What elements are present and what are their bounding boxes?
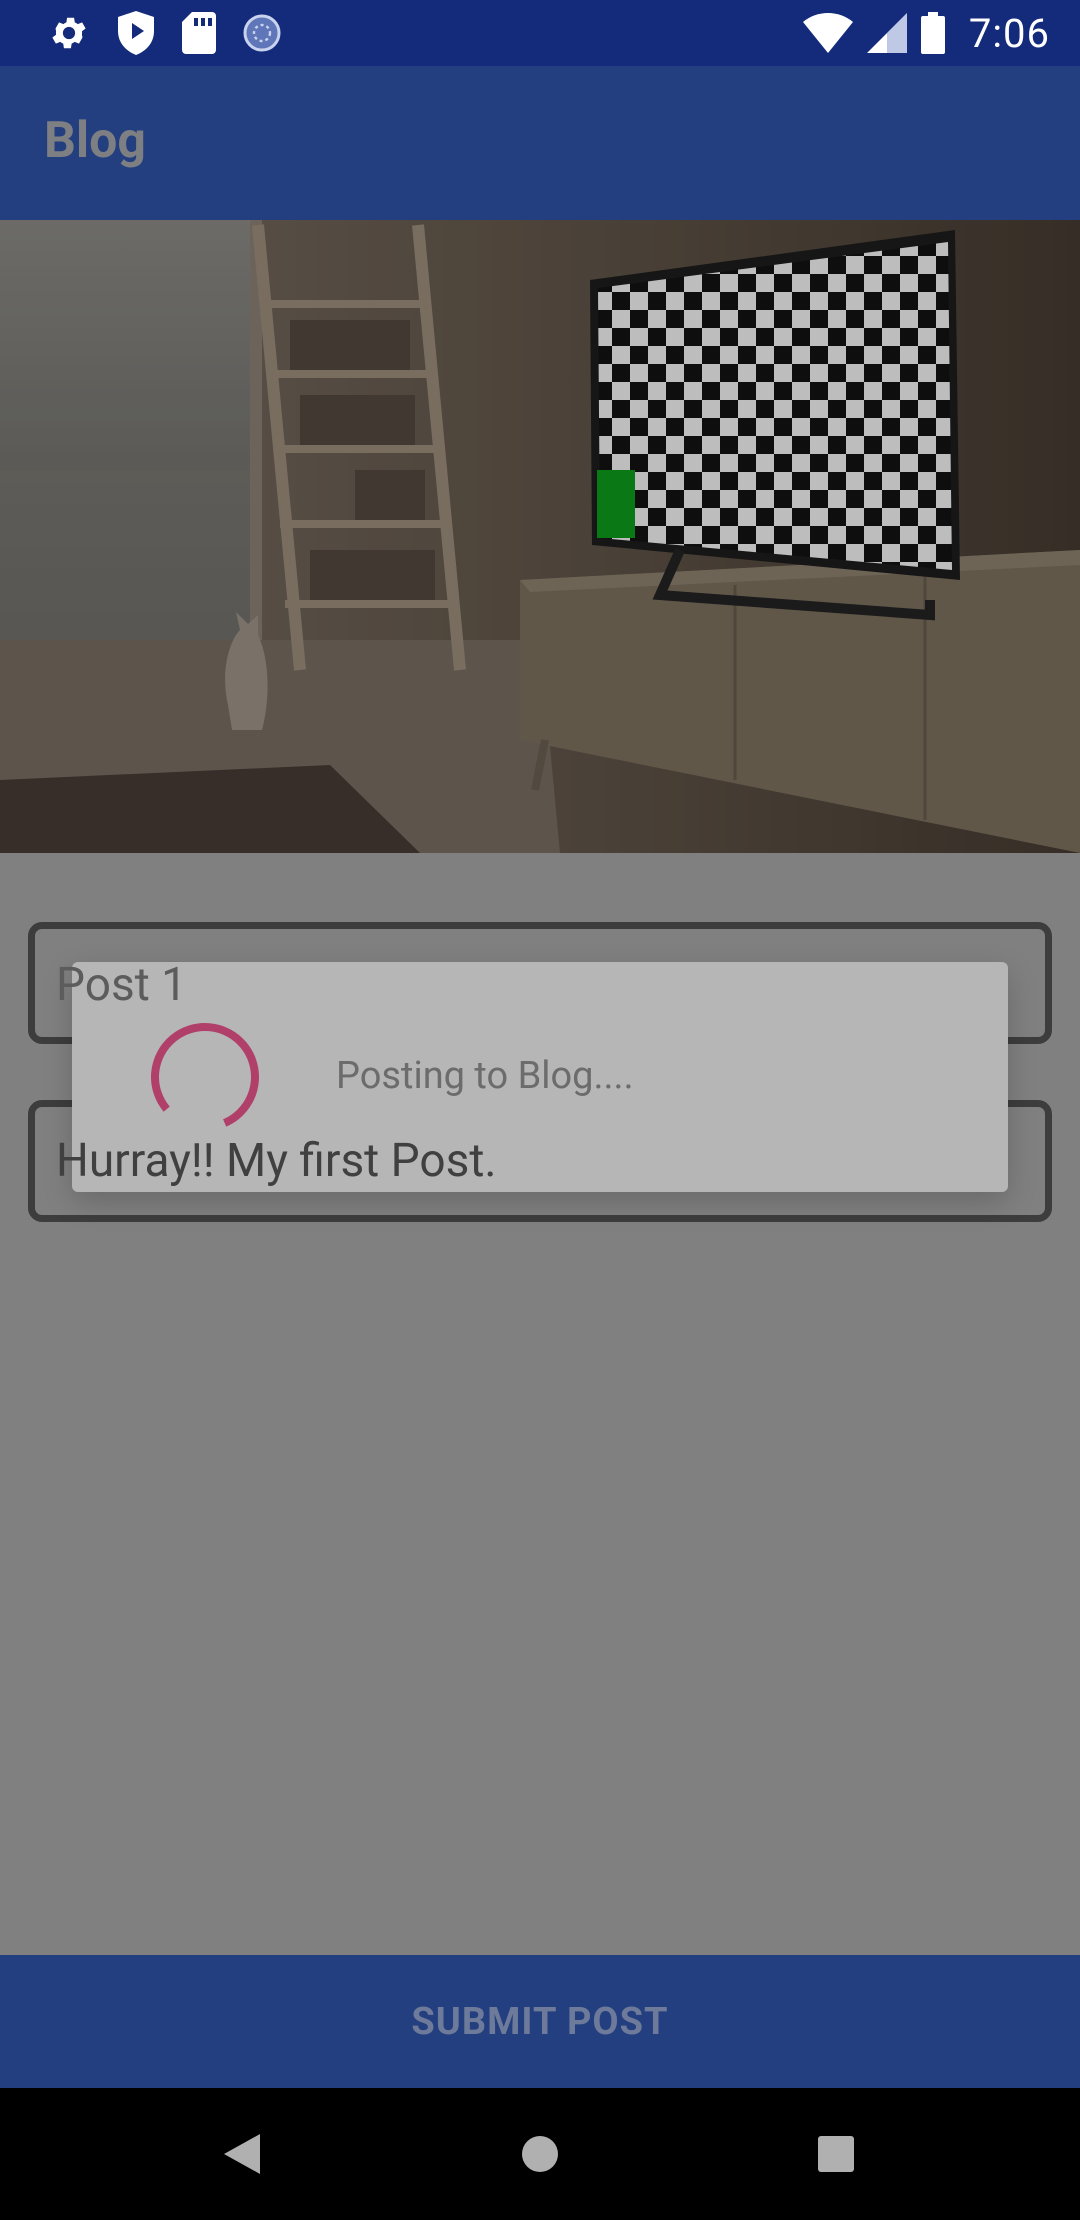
back-button[interactable] xyxy=(182,2088,302,2220)
home-circle-icon xyxy=(522,2136,558,2172)
post-body-value: Hurray!! My first Post. xyxy=(56,1134,497,1188)
sync-icon xyxy=(243,14,281,52)
back-triangle-icon xyxy=(224,2134,260,2174)
recents-button[interactable] xyxy=(776,2088,896,2220)
signal-icon xyxy=(866,13,907,53)
post-title-value: Post 1 xyxy=(56,958,188,1012)
status-bar: 7:06 xyxy=(0,0,1080,66)
submit-post-button[interactable]: SUBMIT POST xyxy=(0,1955,1080,2088)
app-title: Blog xyxy=(44,112,146,170)
battery-icon xyxy=(920,12,945,54)
dialog-message: Posting to Blog.... xyxy=(336,1054,634,1098)
system-nav-bar xyxy=(0,2088,1080,2220)
sd-card-icon xyxy=(182,12,216,54)
recents-square-icon xyxy=(818,2136,854,2172)
hero-image xyxy=(0,220,1080,853)
gear-icon xyxy=(52,17,86,49)
wifi-icon xyxy=(802,13,853,53)
status-time: 7:06 xyxy=(968,9,1050,57)
submit-post-label: SUBMIT POST xyxy=(411,1999,669,2044)
home-button[interactable] xyxy=(480,2088,600,2220)
loading-spinner-icon xyxy=(150,1023,259,1131)
app-bar: Blog xyxy=(0,66,1080,220)
shield-play-icon xyxy=(118,11,154,55)
